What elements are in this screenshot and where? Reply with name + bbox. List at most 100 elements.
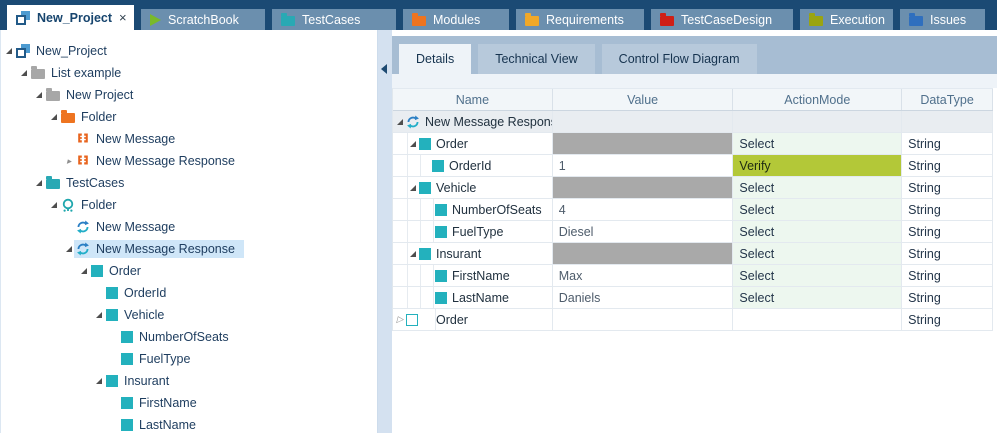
tab-details[interactable]: Details (399, 44, 471, 74)
name-cell[interactable]: FirstName (393, 265, 553, 286)
column-header-value[interactable]: Value (553, 89, 734, 110)
actionmode-cell[interactable] (733, 309, 902, 330)
actionmode-cell[interactable]: Select (733, 265, 902, 286)
tab-scratchbook[interactable]: ScratchBook (141, 9, 265, 30)
tab-execution[interactable]: Execution (800, 9, 893, 30)
close-icon[interactable]: × (119, 10, 127, 25)
name-cell[interactable]: Insurant (393, 243, 553, 264)
tree-item-new-message-tc[interactable]: New Message (1, 216, 377, 238)
table-row[interactable]: New Message Response (393, 111, 993, 133)
table-row[interactable]: OrderId 1 Verify String (393, 155, 993, 177)
value-cell[interactable]: 1 (553, 155, 734, 176)
column-header-datatype[interactable]: DataType (902, 89, 993, 110)
expander-icon[interactable]: ▸ (64, 157, 74, 166)
table-row[interactable]: FirstName Max Select String (393, 265, 993, 287)
table-row[interactable]: ▷ Order String (393, 309, 993, 331)
tab-issues[interactable]: Issues (900, 9, 985, 30)
value-cell[interactable]: Max (553, 265, 734, 286)
name-cell[interactable]: LastName (393, 287, 553, 308)
tree-item-lastname[interactable]: LastName (1, 414, 377, 433)
name-cell[interactable]: FuelType (393, 221, 553, 242)
tab-testcases[interactable]: TestCases (272, 9, 396, 30)
datatype-cell[interactable]: String (902, 265, 993, 286)
datatype-cell[interactable]: String (902, 133, 993, 154)
expander-icon[interactable] (94, 312, 104, 318)
actionmode-cell[interactable]: Select (733, 243, 902, 264)
tree-item-new-message-response-tc[interactable]: New Message Response (1, 238, 377, 260)
expander-icon[interactable] (49, 202, 59, 208)
actionmode-cell[interactable] (733, 111, 902, 132)
value-cell[interactable] (553, 309, 734, 330)
tab-modules[interactable]: Modules (403, 9, 509, 30)
expander-icon[interactable] (34, 92, 44, 98)
tree-item-fueltype[interactable]: FuelType (1, 348, 377, 370)
tree-item-folder[interactable]: Folder (1, 106, 377, 128)
tree-item-order[interactable]: Order (1, 260, 377, 282)
tree-item-new-project-root[interactable]: New_Project (1, 40, 377, 62)
name-cell[interactable]: ▷ Order (393, 309, 553, 330)
tab-technical-view[interactable]: Technical View (478, 44, 594, 74)
expander-icon[interactable] (408, 251, 418, 257)
tree-item-list-example[interactable]: List example (1, 62, 377, 84)
expander-icon[interactable] (408, 185, 418, 191)
datatype-cell[interactable]: String (902, 287, 993, 308)
table-row[interactable]: NumberOfSeats 4 Select String (393, 199, 993, 221)
table-row[interactable]: FuelType Diesel Select String (393, 221, 993, 243)
expander-icon[interactable] (408, 141, 418, 147)
tree-item-insurant[interactable]: Insurant (1, 370, 377, 392)
expander-icon[interactable] (395, 119, 405, 125)
panel-splitter[interactable] (378, 30, 392, 433)
datatype-cell[interactable]: String (902, 243, 993, 264)
expander-icon[interactable] (79, 268, 89, 274)
column-header-actionmode[interactable]: ActionMode (733, 89, 902, 110)
value-cell[interactable] (553, 111, 734, 132)
tab-testcasedesign[interactable]: TestCaseDesign (651, 9, 793, 30)
tab-new-project[interactable]: New_Project × (7, 5, 134, 30)
actionmode-cell[interactable]: Verify (733, 155, 902, 176)
column-header-name[interactable]: Name (393, 89, 553, 110)
expander-icon[interactable]: ▷ (395, 315, 405, 324)
tree-item-new-message[interactable]: New Message (1, 128, 377, 150)
actionmode-cell[interactable]: Select (733, 199, 902, 220)
expander-icon[interactable] (34, 180, 44, 186)
actionmode-cell[interactable]: Select (733, 287, 902, 308)
tree-item-testcase-folder[interactable]: Folder (1, 194, 377, 216)
datatype-cell[interactable]: String (902, 155, 993, 176)
table-row[interactable]: Insurant Select String (393, 243, 993, 265)
name-cell[interactable]: Order (393, 133, 553, 154)
tree-item-orderid[interactable]: OrderId (1, 282, 377, 304)
table-row[interactable]: Order Select String (393, 133, 993, 155)
name-cell[interactable]: OrderId (393, 155, 553, 176)
value-cell[interactable]: Diesel (553, 221, 734, 242)
tab-label: Modules (433, 13, 480, 27)
table-row[interactable]: LastName Daniels Select String (393, 287, 993, 309)
tab-control-flow-diagram[interactable]: Control Flow Diagram (602, 44, 757, 74)
expander-icon[interactable] (4, 48, 14, 54)
actionmode-cell[interactable]: Select (733, 133, 902, 154)
expander-icon[interactable] (94, 378, 104, 384)
expander-icon[interactable] (19, 70, 29, 76)
tree-item-new-project[interactable]: New Project (1, 84, 377, 106)
tree-item-new-message-response[interactable]: ▸ New Message Response (1, 150, 377, 172)
table-row[interactable]: Vehicle Select String (393, 177, 993, 199)
name-cell[interactable]: New Message Response (393, 111, 553, 132)
actionmode-cell[interactable]: Select (733, 177, 902, 198)
datatype-cell[interactable]: String (902, 309, 993, 330)
name-cell[interactable]: NumberOfSeats (393, 199, 553, 220)
name-cell[interactable]: Vehicle (393, 177, 553, 198)
collapse-left-icon[interactable] (381, 64, 387, 74)
tree-item-firstname[interactable]: FirstName (1, 392, 377, 414)
value-cell[interactable]: 4 (553, 199, 734, 220)
value-cell[interactable]: Daniels (553, 287, 734, 308)
actionmode-cell[interactable]: Select (733, 221, 902, 242)
tree-item-testcases[interactable]: TestCases (1, 172, 377, 194)
datatype-cell[interactable]: String (902, 221, 993, 242)
datatype-cell[interactable]: String (902, 177, 993, 198)
tree-item-numberofseats[interactable]: NumberOfSeats (1, 326, 377, 348)
expander-icon[interactable] (64, 246, 74, 252)
datatype-cell[interactable] (902, 111, 993, 132)
tree-item-vehicle[interactable]: Vehicle (1, 304, 377, 326)
expander-icon[interactable] (49, 114, 59, 120)
tab-requirements[interactable]: Requirements (516, 9, 644, 30)
datatype-cell[interactable]: String (902, 199, 993, 220)
